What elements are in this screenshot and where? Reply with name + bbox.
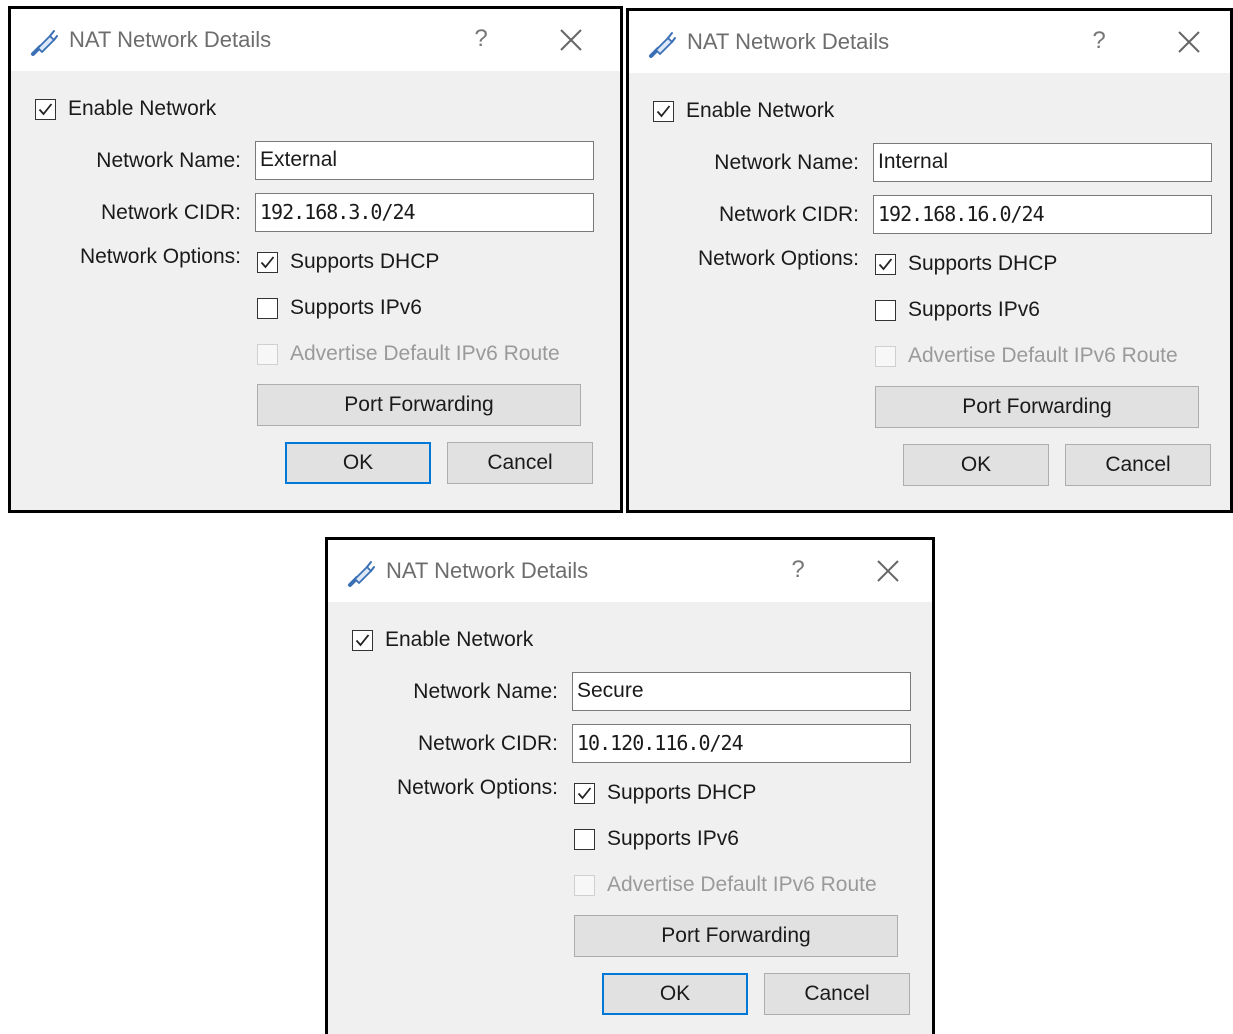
dialog-title: NAT Network Details — [69, 27, 272, 52]
enable-network-label: Enable Network — [68, 97, 217, 120]
nat-network-dialog: NAT Network Details ? Enable Network Net… — [325, 537, 935, 1034]
supports-ipv6-checkbox[interactable]: Supports IPv6 — [574, 827, 739, 851]
checkbox-box[interactable] — [352, 629, 373, 651]
network-cidr-label: Network CIDR: — [100, 201, 241, 224]
port-forwarding-button[interactable]: Port Forwarding — [574, 915, 898, 957]
network-name-label: Network Name: — [714, 151, 859, 174]
ok-button[interactable]: OK — [903, 444, 1049, 486]
title-bar: NAT Network Details ? — [328, 540, 932, 602]
network-options-label: Network Options: — [697, 247, 859, 270]
checkmark-icon — [878, 257, 893, 270]
nat-network-dialog: NAT Network Details ? Enable Network Net… — [626, 8, 1233, 513]
dialog-title: NAT Network Details — [386, 558, 589, 583]
close-icon[interactable] — [1177, 30, 1201, 54]
advertise-ipv6-route-checkbox: Advertise Default IPv6 Route — [574, 873, 877, 897]
supports-dhcp-checkbox[interactable]: Supports DHCP — [574, 781, 756, 805]
checkbox-box[interactable] — [35, 98, 56, 120]
checkmark-icon — [355, 633, 370, 646]
supports-dhcp-label: Supports DHCP — [607, 781, 757, 804]
network-options-label: Network Options: — [396, 776, 558, 799]
title-bar: NAT Network Details ? — [11, 9, 620, 71]
network-cidr-input[interactable]: 10.120.116.0/24 — [572, 724, 911, 763]
checkmark-icon — [577, 786, 592, 799]
network-cidr-input[interactable]: 192.168.3.0/24 — [255, 193, 594, 232]
checkbox-box[interactable] — [653, 100, 674, 122]
port-forwarding-button[interactable]: Port Forwarding — [875, 386, 1199, 428]
network-cidr-label: Network CIDR: — [718, 203, 859, 226]
network-cidr-input[interactable]: 192.168.16.0/24 — [873, 195, 1212, 234]
advertise-ipv6-route-checkbox: Advertise Default IPv6 Route — [875, 344, 1178, 368]
network-name-label: Network Name: — [413, 680, 558, 703]
enable-network-checkbox[interactable]: Enable Network — [35, 97, 216, 121]
ok-button[interactable]: OK — [285, 442, 431, 484]
supports-dhcp-checkbox[interactable]: Supports DHCP — [257, 250, 439, 274]
cancel-button[interactable]: Cancel — [447, 442, 593, 484]
cancel-button[interactable]: Cancel — [764, 973, 910, 1015]
supports-ipv6-checkbox[interactable]: Supports IPv6 — [875, 298, 1040, 322]
network-cable-icon — [31, 30, 58, 56]
help-icon[interactable]: ? — [469, 25, 493, 53]
checkbox-box[interactable] — [257, 297, 278, 319]
advertise-ipv6-route-checkbox: Advertise Default IPv6 Route — [257, 342, 560, 366]
network-cable-icon — [649, 32, 676, 58]
port-forwarding-button[interactable]: Port Forwarding — [257, 384, 581, 426]
enable-network-checkbox[interactable]: Enable Network — [653, 99, 834, 123]
ok-button[interactable]: OK — [602, 973, 748, 1015]
enable-network-label: Enable Network — [686, 99, 835, 122]
network-name-label: Network Name: — [96, 149, 241, 172]
nat-network-dialog: NAT Network Details ? Enable Network Net… — [8, 6, 623, 513]
supports-ipv6-label: Supports IPv6 — [607, 827, 739, 850]
checkbox-box[interactable] — [257, 251, 278, 273]
help-icon[interactable]: ? — [1087, 27, 1111, 55]
supports-dhcp-checkbox[interactable]: Supports DHCP — [875, 252, 1057, 276]
enable-network-label: Enable Network — [385, 628, 534, 651]
network-options-label: Network Options: — [79, 245, 241, 268]
close-icon[interactable] — [559, 28, 583, 52]
supports-ipv6-label: Supports IPv6 — [908, 298, 1040, 321]
supports-ipv6-checkbox[interactable]: Supports IPv6 — [257, 296, 422, 320]
network-cidr-label: Network CIDR: — [417, 732, 558, 755]
supports-dhcp-label: Supports DHCP — [908, 252, 1058, 275]
checkbox-box[interactable] — [574, 782, 595, 804]
checkbox-box[interactable] — [574, 828, 595, 850]
network-name-input[interactable]: External — [255, 141, 594, 180]
supports-dhcp-label: Supports DHCP — [290, 250, 440, 273]
close-icon[interactable] — [876, 559, 900, 583]
dialog-title: NAT Network Details — [687, 29, 890, 54]
network-name-input[interactable]: Internal — [873, 143, 1212, 182]
help-icon[interactable]: ? — [786, 556, 810, 584]
checkbox-box[interactable] — [875, 253, 896, 275]
advertise-ipv6-route-label: Advertise Default IPv6 Route — [290, 342, 560, 365]
checkbox-box — [257, 343, 278, 365]
advertise-ipv6-route-label: Advertise Default IPv6 Route — [607, 873, 877, 896]
enable-network-checkbox[interactable]: Enable Network — [352, 628, 533, 652]
advertise-ipv6-route-label: Advertise Default IPv6 Route — [908, 344, 1178, 367]
checkmark-icon — [260, 255, 275, 268]
cancel-button[interactable]: Cancel — [1065, 444, 1211, 486]
checkmark-icon — [656, 104, 671, 117]
checkbox-box — [875, 345, 896, 367]
checkbox-box — [574, 874, 595, 896]
network-cable-icon — [348, 561, 375, 587]
supports-ipv6-label: Supports IPv6 — [290, 296, 422, 319]
network-name-input[interactable]: Secure — [572, 672, 911, 711]
checkmark-icon — [38, 102, 53, 115]
title-bar: NAT Network Details ? — [629, 11, 1230, 73]
checkbox-box[interactable] — [875, 299, 896, 321]
